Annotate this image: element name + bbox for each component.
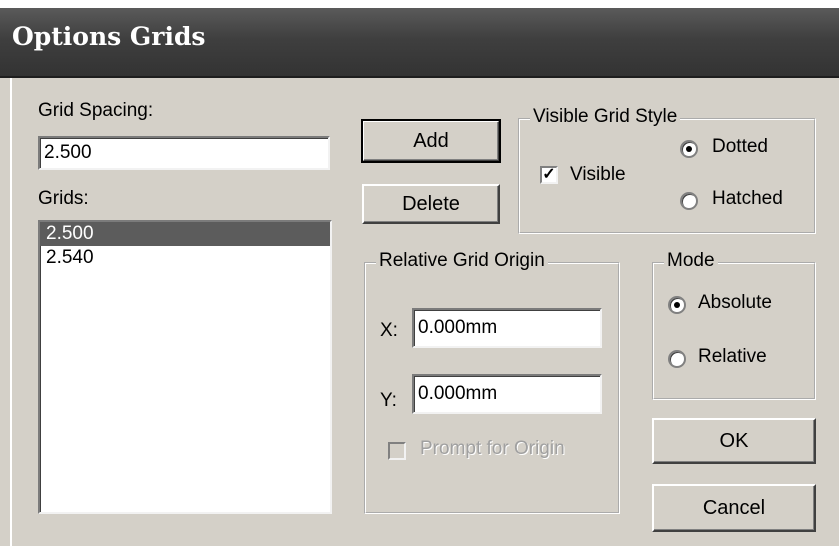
grid-spacing-label: Grid Spacing: [38,100,154,121]
visible-checkbox[interactable]: ✓ [540,166,558,184]
visible-grid-style-legend: Visible Grid Style [530,106,681,128]
x-label: X: [380,320,398,341]
add-button[interactable]: Add [361,119,501,163]
window-title: Options Grids [12,22,206,51]
y-label: Y: [380,390,397,411]
relative-grid-origin-group: Relative Grid Origin X: Y: Prompt for Or… [364,250,620,514]
prompt-for-origin-checkbox[interactable] [388,442,406,460]
absolute-radio[interactable] [668,296,686,314]
cancel-button[interactable]: Cancel [652,484,816,532]
grid-spacing-input[interactable] [38,136,330,170]
hatched-radio[interactable] [680,192,698,210]
dotted-label: Dotted [712,136,768,157]
prompt-for-origin-label: Prompt for Origin [420,438,565,459]
list-item[interactable]: 2.540 [40,246,330,270]
origin-y-input[interactable] [412,374,602,414]
hatched-label: Hatched [712,188,783,209]
options-grids-dialog: Options Grids Grid Spacing: Grids: 2.500… [0,8,839,546]
relative-radio[interactable] [668,350,686,368]
origin-x-input[interactable] [412,308,602,348]
title-bar[interactable]: Options Grids [0,8,839,78]
dotted-radio[interactable] [680,140,698,158]
list-item[interactable]: 2.500 [40,222,330,246]
visible-label: Visible [570,164,626,185]
visible-grid-style-group: Visible Grid Style ✓ Visible Dotted Hatc… [518,106,816,234]
grids-label: Grids: [38,188,89,209]
ok-button[interactable]: OK [652,418,816,464]
dialog-client-area: Grid Spacing: Grids: 2.500 2.540 Add Del… [10,78,839,546]
grids-listbox[interactable]: 2.500 2.540 [38,220,332,514]
mode-group: Mode Absolute Relative [652,250,816,400]
relative-label: Relative [698,346,767,367]
relative-grid-origin-legend: Relative Grid Origin [376,250,548,272]
delete-button[interactable]: Delete [362,184,500,224]
mode-legend: Mode [664,250,718,272]
absolute-label: Absolute [698,292,772,313]
